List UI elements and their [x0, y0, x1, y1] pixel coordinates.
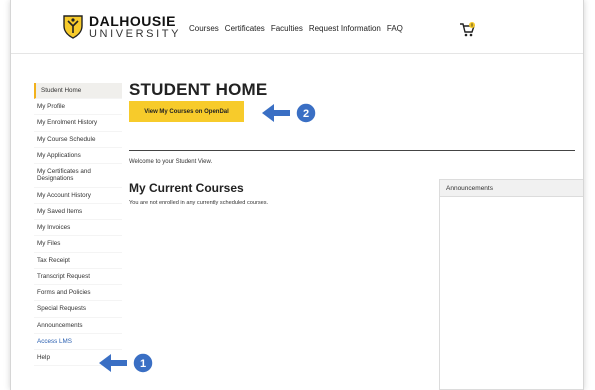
view-courses-opendal-button[interactable]: View My Courses on OpenDal	[129, 101, 244, 122]
current-courses-heading: My Current Courses	[129, 181, 244, 195]
logo-line-2: UNIVERSITY	[89, 28, 182, 40]
nav-faculties[interactable]: Faculties	[271, 24, 303, 33]
sidebar-item-files[interactable]: My Files	[34, 236, 122, 253]
page-title: STUDENT HOME	[129, 80, 268, 99]
cart-button[interactable]: 0	[459, 22, 477, 43]
nav-faq[interactable]: FAQ	[387, 24, 403, 33]
logo-line-1: DALHOUSIE	[89, 13, 176, 29]
sidebar-item-account-history[interactable]: My Account History	[34, 188, 122, 204]
sidebar-item-enrolment-history[interactable]: My Enrolment History	[34, 115, 122, 132]
sidebar-item-access-lms[interactable]: Access LMS	[34, 334, 122, 350]
nav-courses[interactable]: Courses	[189, 24, 219, 33]
page-frame: DALHOUSIE UNIVERSITY Courses Certificate…	[10, 0, 584, 390]
no-courses-text: You are not enrolled in any currently sc…	[129, 200, 269, 206]
announcements-heading: Announcements	[440, 180, 583, 197]
annotation-marker-1: 1	[140, 358, 146, 370]
annotation-marker-2: 2	[303, 108, 309, 120]
annotation-arrow-2: 2	[262, 102, 317, 124]
cart-icon: 0	[460, 22, 475, 37]
announcements-panel: Announcements	[439, 179, 583, 390]
divider	[129, 150, 575, 151]
sidebar: Student Home My Profile My Enrolment His…	[34, 83, 122, 367]
dalhousie-logo[interactable]: DALHOUSIE UNIVERSITY	[63, 14, 181, 40]
sidebar-item-applications[interactable]: My Applications	[34, 148, 122, 165]
welcome-text: Welcome to your Student View.	[129, 159, 213, 165]
sidebar-item-saved-items[interactable]: My Saved Items	[34, 204, 122, 221]
sidebar-item-my-profile[interactable]: My Profile	[34, 99, 122, 116]
sidebar-item-student-home[interactable]: Student Home	[34, 83, 122, 100]
main-nav: Courses Certificates Faculties Request I…	[189, 24, 403, 33]
nav-certificates[interactable]: Certificates	[225, 24, 265, 33]
sidebar-item-certificates[interactable]: My Certificates and Designations	[34, 164, 122, 188]
sidebar-item-invoices[interactable]: My Invoices	[34, 220, 122, 237]
sidebar-item-forms-policies[interactable]: Forms and Policies	[34, 285, 122, 302]
sidebar-item-course-schedule[interactable]: My Course Schedule	[34, 132, 122, 148]
site-header: DALHOUSIE UNIVERSITY Courses Certificate…	[11, 0, 583, 54]
sidebar-item-transcript-request[interactable]: Transcript Request	[34, 269, 122, 286]
nav-request-information[interactable]: Request Information	[309, 24, 381, 33]
sidebar-item-announcements[interactable]: Announcements	[34, 318, 122, 334]
sidebar-item-tax-receipt[interactable]: Tax Receipt	[34, 253, 122, 269]
sidebar-item-special-requests[interactable]: Special Requests	[34, 301, 122, 318]
shield-crest-icon	[63, 15, 83, 39]
annotation-arrow-1: 1	[99, 352, 154, 374]
